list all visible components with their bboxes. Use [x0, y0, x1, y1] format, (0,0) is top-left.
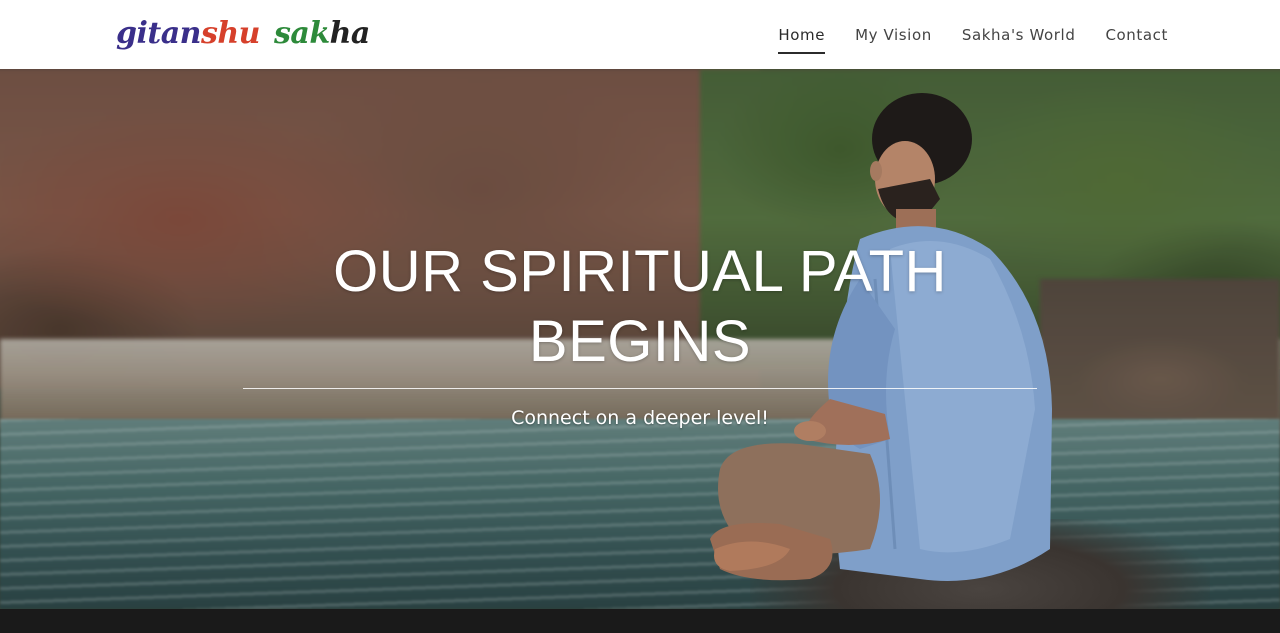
nav-item-my-vision[interactable]: My Vision [855, 20, 932, 50]
nav-item-sakhas-world[interactable]: Sakha's World [962, 20, 1076, 50]
site-logo[interactable]: gitan shu sak ha [116, 14, 370, 54]
main-nav: Home My Vision Sakha's World Contact [778, 0, 1168, 69]
site-header: gitan shu sak ha Home My Vision Sakha's … [0, 0, 1280, 69]
hero-subtitle: Connect on a deeper level! [511, 407, 769, 429]
logo-part-shu: shu [200, 16, 261, 51]
hero-divider [243, 388, 1037, 389]
logo-part-ha: ha [329, 16, 371, 51]
nav-item-contact[interactable]: Contact [1105, 20, 1168, 50]
nav-item-home[interactable]: Home [778, 20, 825, 54]
footer-band [0, 609, 1280, 633]
hero-section: OUR SPIRITUAL PATH BEGINS Connect on a d… [0, 69, 1280, 609]
hero-title-line-1: OUR SPIRITUAL PATH [333, 239, 947, 304]
hero-title: OUR SPIRITUAL PATH BEGINS [240, 237, 1040, 377]
hero-title-line-2: BEGINS [528, 309, 752, 374]
logo-part-gitan: gitan [116, 16, 201, 51]
logo-part-sak: sak [274, 16, 330, 51]
